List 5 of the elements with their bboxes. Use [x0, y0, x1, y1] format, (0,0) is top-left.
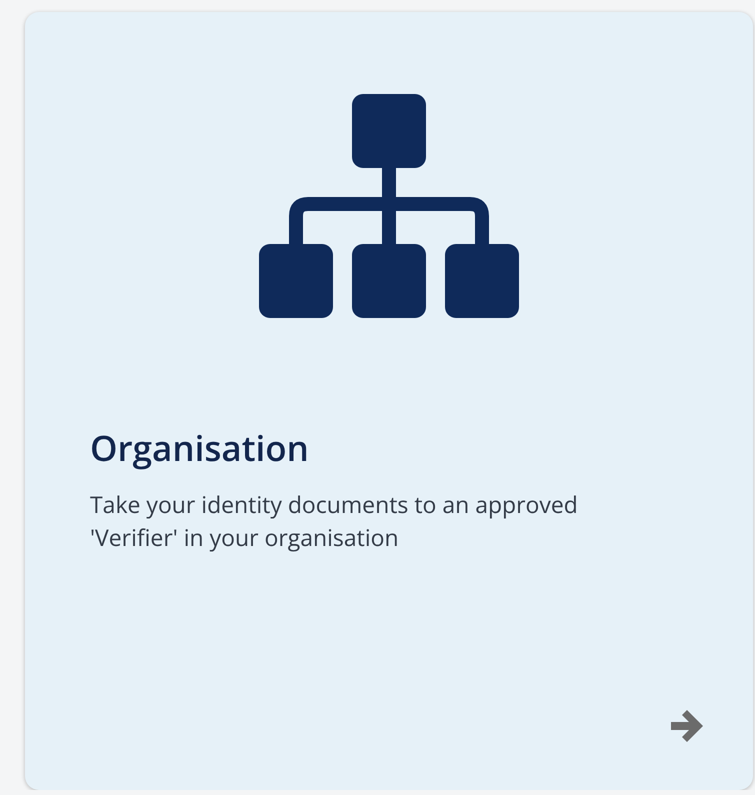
card-title: Organisation	[90, 426, 309, 472]
sitemap-icon	[259, 94, 519, 318]
option-card[interactable]: Organisation Take your identity documents to an approved 'Verifier' in your organisation	[25, 12, 753, 790]
card-description: Take your identity documents to an approved 'Verifier' in your organisation	[90, 488, 579, 554]
arrow-right-icon	[669, 710, 705, 742]
